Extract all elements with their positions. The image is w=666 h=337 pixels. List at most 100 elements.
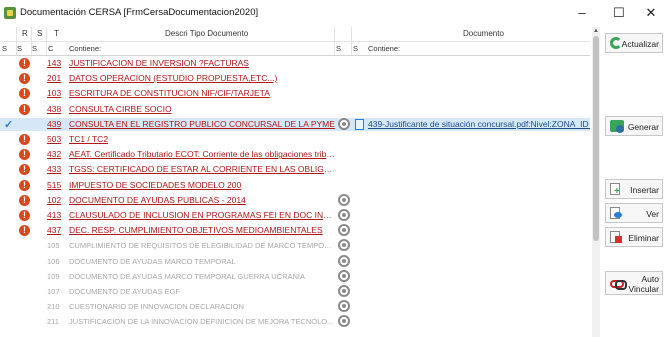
warning-icon: ! (19, 164, 30, 176)
row-code[interactable]: 201 (47, 73, 67, 83)
settings-gear-icon[interactable] (338, 315, 350, 328)
settings-gear-icon[interactable] (338, 193, 350, 206)
close-button[interactable]: ✕ (636, 4, 666, 22)
row-description[interactable]: CUESTIONARIO DE INNOVACION DECLARACION (69, 302, 335, 311)
row-code[interactable]: 105 (47, 241, 67, 250)
row-description[interactable]: CONSULTA EN EL REGISTRO PUBLICO CONCURSA… (69, 119, 335, 129)
row-description[interactable]: IMPUESTO DE SOCIEDADES MODELO 200 (69, 180, 335, 190)
table-row[interactable]: ! 201 DATOS OPERACION (ESTUDIO PROPUESTA,E… (0, 72, 590, 85)
settings-gear-icon[interactable] (338, 224, 350, 237)
row-description[interactable]: TGSS: CERTIFICADO DE ESTAR AL CORRIENTE … (69, 164, 335, 174)
row-description[interactable]: DOCUMENTO DE AYUDAS EGF (69, 287, 335, 296)
table-row[interactable]: ! 437 DEC. RESP. CUMPLIMIENTO OBJETIVOS ME… (0, 224, 590, 237)
row-description[interactable]: TC1 / TC2 (69, 134, 335, 144)
filter-s4[interactable]: S (336, 44, 341, 53)
settings-gear-icon[interactable] (338, 209, 350, 221)
row-description[interactable]: JUSTIFICACION DE INVERSION ?FACTURAS (69, 58, 335, 68)
table-row[interactable]: ! 143 JUSTIFICACION DE INVERSION ?FACTURAS (0, 57, 590, 70)
settings-gear-icon[interactable] (338, 239, 350, 252)
row-description[interactable]: CLAUSULADO DE INCLUSION EN PROGRAMAS FEI… (69, 210, 335, 220)
auto-vincular-button[interactable]: Auto Vincular (605, 271, 663, 295)
header-t[interactable]: T (54, 29, 59, 38)
row-code[interactable]: 107 (47, 287, 67, 296)
filter-c[interactable]: C (48, 44, 53, 53)
row-code[interactable]: 413 (47, 210, 67, 220)
row-description[interactable]: AEAT. Certificado Tributario ECOT: Corri… (69, 149, 335, 159)
settings-gear-icon[interactable] (338, 269, 350, 282)
row-description[interactable]: DEC. RESP. CUMPLIMIENTO OBJETIVOS MEDIOA… (69, 225, 335, 235)
action-sidebar: Actualizar Generar Insertar Ver Eliminar… (603, 27, 666, 337)
row-description[interactable]: ESCRITURA DE CONSTITUCION NIF/CIF/TARJET… (69, 88, 335, 98)
table-row[interactable]: 109 DOCUMENTO DE AYUDAS MARCO TEMPORAL GU… (0, 269, 590, 283)
warning-icon: ! (19, 103, 30, 115)
view-icon (610, 207, 622, 219)
table-row[interactable]: ! 515 IMPUESTO DE SOCIEDADES MODELO 200 (0, 179, 590, 192)
row-code[interactable]: 438 (47, 104, 67, 114)
settings-gear-icon[interactable] (338, 254, 350, 267)
header-documento[interactable]: Documento (463, 29, 504, 38)
filter-contains-desc[interactable]: Contiene: (69, 44, 101, 53)
filter-s1[interactable]: S (2, 44, 7, 53)
auto-vincular-label: Auto Vincular (628, 274, 659, 294)
maximize-button[interactable]: ☐ (604, 4, 634, 22)
row-code[interactable]: 515 (47, 180, 67, 190)
row-description[interactable]: DATOS OPERACION (ESTUDIO PROPUESTA,ETC..… (69, 73, 335, 83)
row-code[interactable]: 211 (47, 317, 67, 326)
row-description[interactable]: CUMPLIMIENTO DE REQUISITOS DE ELEGIBILID… (69, 241, 335, 250)
scroll-up-arrow-icon[interactable]: ▲ (592, 27, 600, 35)
warning-icon: ! (19, 194, 30, 206)
filter-s5[interactable]: S (353, 44, 358, 53)
row-code[interactable]: 433 (47, 164, 67, 174)
settings-gear-icon[interactable] (338, 300, 350, 313)
header-s[interactable]: S (37, 29, 42, 38)
warning-icon: ! (19, 73, 30, 85)
row-code[interactable]: 437 (47, 225, 67, 235)
insertar-label: Insertar (630, 185, 659, 195)
minimize-button[interactable]: – (567, 4, 597, 22)
generate-icon (610, 120, 624, 133)
row-description[interactable]: DOCUMENTO DE AYUDAS MARCO TEMPORAL (69, 257, 335, 266)
table-row[interactable]: 210 CUESTIONARIO DE INNOVACION DECLARACIO… (0, 300, 590, 313)
warning-icon: ! (19, 179, 30, 191)
eliminar-button[interactable]: Eliminar (605, 227, 663, 247)
row-code[interactable]: 109 (47, 272, 67, 281)
filter-s2[interactable]: S (17, 44, 22, 53)
settings-gear-icon[interactable] (338, 117, 350, 130)
row-code[interactable]: 143 (47, 58, 67, 68)
table-row[interactable]: ! 438 CONSULTA CIRBE SOCIO (0, 103, 590, 116)
actualizar-button[interactable]: Actualizar (605, 33, 663, 53)
table-row[interactable]: 211 JUSTIFICACION DE LA INNOVACION DEFINI… (0, 315, 590, 328)
table-row[interactable]: ✓ 439 CONSULTA EN EL REGISTRO PUBLICO CONC… (0, 117, 590, 131)
table-row[interactable]: 106 DOCUMENTO DE AYUDAS MARCO TEMPORAL (0, 254, 590, 268)
table-row[interactable]: 107 DOCUMENTO DE AYUDAS EGF (0, 285, 590, 298)
row-code[interactable]: 439 (47, 119, 67, 129)
row-code[interactable]: 102 (47, 195, 67, 205)
table-row[interactable]: ! 503 TC1 / TC2 (0, 133, 590, 146)
row-description[interactable]: JUSTIFICACION DE LA INNOVACION DEFINICIO… (69, 317, 335, 326)
document-link[interactable]: 439-Justificante de situación concursal.… (368, 119, 590, 129)
row-description[interactable]: DOCUMENTO DE AYUDAS PUBLICAS - 2014 (69, 195, 335, 205)
row-code[interactable]: 432 (47, 149, 67, 159)
row-code[interactable]: 210 (47, 302, 67, 311)
row-code[interactable]: 103 (47, 88, 67, 98)
scroll-thumb[interactable] (593, 36, 599, 241)
header-r[interactable]: R (22, 29, 28, 38)
filter-s3[interactable]: S (32, 44, 37, 53)
insertar-button[interactable]: Insertar (605, 179, 663, 199)
table-row[interactable]: ! 103 ESCRITURA DE CONSTITUCION NIF/CIF/TA… (0, 87, 590, 100)
row-description[interactable]: DOCUMENTO DE AYUDAS MARCO TEMPORAL GUERR… (69, 272, 335, 281)
table-row[interactable]: ! 102 DOCUMENTO DE AYUDAS PUBLICAS - 2014 (0, 193, 590, 207)
ver-button[interactable]: Ver (605, 203, 663, 223)
row-code[interactable]: 503 (47, 134, 67, 144)
row-code[interactable]: 106 (47, 257, 67, 266)
table-row[interactable]: ! 432 AEAT. Certificado Tributario ECOT: C… (0, 148, 590, 161)
table-row[interactable]: 105 CUMPLIMIENTO DE REQUISITOS DE ELEGIBI… (0, 239, 590, 252)
settings-gear-icon[interactable] (338, 285, 350, 297)
generar-button[interactable]: Generar (605, 116, 663, 136)
row-description[interactable]: CONSULTA CIRBE SOCIO (69, 104, 335, 114)
table-row[interactable]: ! 433 TGSS: CERTIFICADO DE ESTAR AL CORRIE… (0, 163, 590, 176)
grid-header: R S T Descri Tipo Documento Documento (0, 27, 590, 42)
filter-contains-doc[interactable]: Contiene: (368, 44, 400, 53)
header-descri-tipo-documento[interactable]: Descri Tipo Documento (165, 29, 248, 38)
table-row[interactable]: ! 413 CLAUSULADO DE INCLUSION EN PROGRAMAS… (0, 209, 590, 222)
